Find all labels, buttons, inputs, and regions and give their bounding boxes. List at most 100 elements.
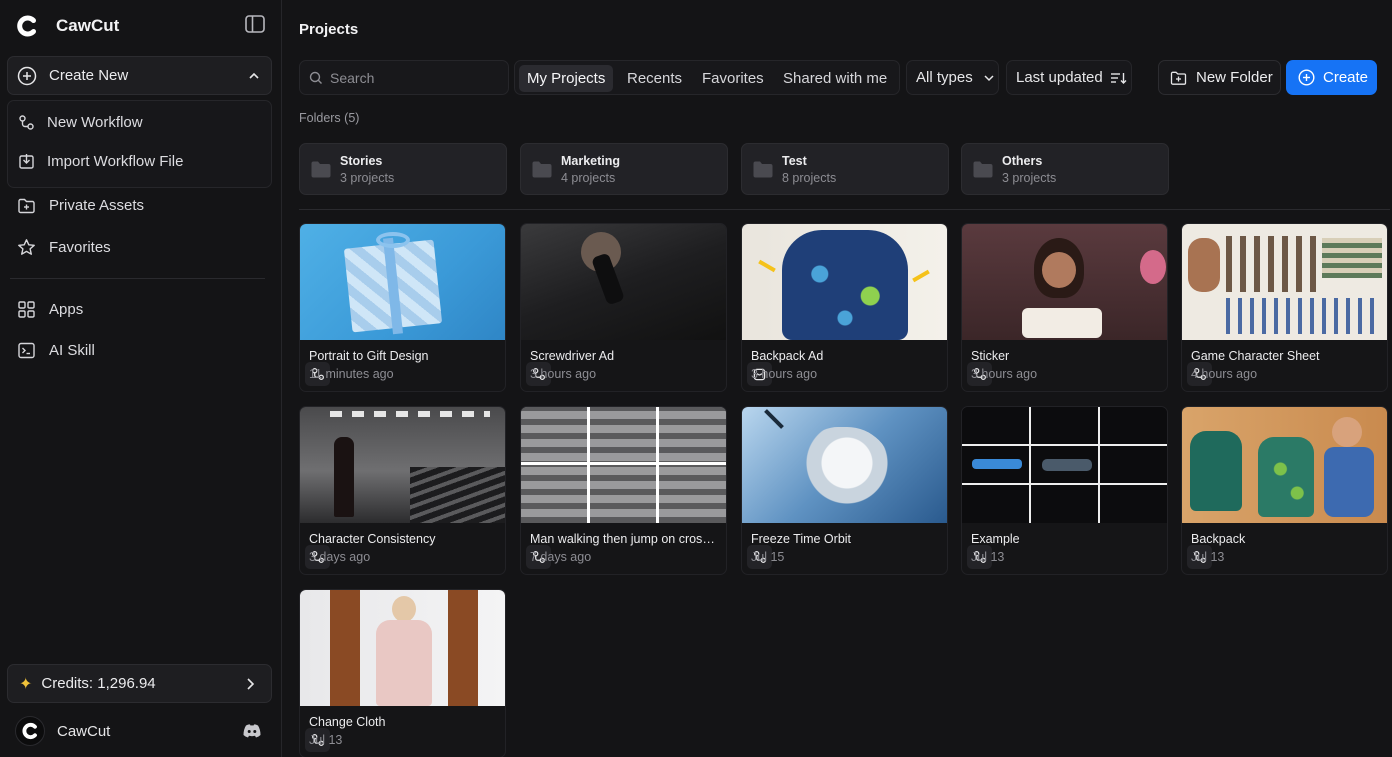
sidebar-item-favorites[interactable]: Favorites bbox=[17, 238, 111, 257]
create-new-label: Create New bbox=[49, 67, 129, 84]
tab-favorites[interactable]: Favorites bbox=[694, 65, 772, 92]
grid-icon bbox=[18, 301, 35, 318]
section-divider bbox=[299, 209, 1390, 210]
folder-icon bbox=[753, 161, 773, 178]
project-time: Jul 13 bbox=[309, 733, 343, 747]
chevron-down-icon bbox=[984, 74, 994, 81]
project-title: Change Cloth bbox=[309, 715, 386, 729]
folder-name: Test bbox=[782, 154, 807, 168]
menu-item-new-workflow[interactable]: New Workflow bbox=[18, 114, 143, 131]
folder-icon bbox=[311, 161, 331, 178]
brand[interactable]: CawCut bbox=[14, 13, 119, 39]
project-thumbnail bbox=[521, 224, 726, 340]
type-filter-value: All types bbox=[916, 69, 973, 86]
tab-recents[interactable]: Recents bbox=[619, 65, 690, 92]
create-button[interactable]: Create bbox=[1286, 60, 1377, 95]
project-card[interactable]: Game Character Sheet 4 hours ago bbox=[1181, 223, 1388, 392]
folder-count: 3 projects bbox=[340, 171, 395, 185]
folder-name: Stories bbox=[340, 154, 383, 168]
sort-select[interactable]: Last updated bbox=[1006, 60, 1132, 95]
sidebar: CawCut Create New New Workflow Import Wo… bbox=[0, 0, 282, 757]
menu-item-label: Import Workflow File bbox=[47, 153, 184, 170]
project-time: 4 hours ago bbox=[1191, 367, 1258, 381]
workflow-icon bbox=[19, 115, 34, 130]
project-card[interactable]: Backpack Ad 3 hours ago bbox=[741, 223, 948, 392]
create-new-button[interactable]: Create New bbox=[7, 56, 272, 95]
project-card[interactable]: Man walking then jump on crossing road 7… bbox=[520, 406, 727, 575]
sidebar-item-ai-skill[interactable]: AI Skill bbox=[17, 341, 95, 360]
project-card[interactable]: Freeze Time Orbit Jul 15 bbox=[741, 406, 948, 575]
folder-card[interactable]: Others 3 projects bbox=[961, 143, 1169, 195]
project-title: Screwdriver Ad bbox=[530, 349, 615, 363]
project-card[interactable]: Screwdriver Ad 3 hours ago bbox=[520, 223, 727, 392]
chevron-right-icon bbox=[247, 678, 255, 690]
sidebar-toggle-icon[interactable] bbox=[245, 15, 269, 37]
terminal-icon bbox=[18, 342, 35, 359]
project-card[interactable]: Change Cloth Jul 13 bbox=[299, 589, 506, 757]
create-label: Create bbox=[1323, 69, 1369, 86]
project-thumbnail bbox=[521, 407, 726, 523]
new-folder-button[interactable]: New Folder bbox=[1158, 60, 1281, 95]
project-thumbnail bbox=[300, 590, 505, 706]
project-thumbnail bbox=[962, 407, 1167, 523]
project-time: 11 minutes ago bbox=[309, 367, 394, 381]
project-time: 3 hours ago bbox=[530, 367, 597, 381]
discord-icon[interactable] bbox=[242, 723, 262, 744]
user-profile[interactable]: CawCut bbox=[15, 716, 110, 746]
folder-icon bbox=[532, 161, 552, 178]
folder-card[interactable]: Marketing 4 projects bbox=[520, 143, 728, 195]
sidebar-item-label: AI Skill bbox=[49, 342, 95, 359]
menu-item-label: New Workflow bbox=[47, 114, 143, 131]
type-filter-select[interactable]: All types bbox=[906, 60, 999, 95]
user-name: CawCut bbox=[57, 722, 111, 740]
create-new-menu: New Workflow Import Workflow File bbox=[7, 100, 272, 188]
sidebar-item-label: Favorites bbox=[49, 239, 111, 256]
project-title: Example bbox=[971, 532, 1020, 546]
folder-card[interactable]: Stories 3 projects bbox=[299, 143, 507, 195]
sidebar-item-private-assets[interactable]: Private Assets bbox=[17, 196, 144, 215]
folders-heading: Folders (5) bbox=[299, 111, 360, 125]
credits-button[interactable]: ✦ Credits: 1,296.94 bbox=[7, 664, 272, 703]
sidebar-item-label: Apps bbox=[49, 301, 84, 318]
project-time: Jul 13 bbox=[1191, 550, 1225, 564]
folder-lock-icon bbox=[18, 198, 35, 214]
sidebar-divider bbox=[10, 278, 265, 279]
folder-card[interactable]: Test 8 projects bbox=[741, 143, 949, 195]
project-time: 3 days ago bbox=[309, 550, 371, 564]
project-card[interactable]: Backpack Jul 13 bbox=[1181, 406, 1388, 575]
tab-my-projects[interactable]: My Projects bbox=[519, 65, 614, 92]
chevron-up-icon bbox=[249, 72, 259, 79]
sidebar-item-apps[interactable]: Apps bbox=[17, 300, 83, 319]
project-tabs: My Projects Recents Favorites Shared wit… bbox=[514, 60, 900, 95]
menu-item-import-workflow[interactable]: Import Workflow File bbox=[18, 153, 183, 170]
avatar bbox=[15, 716, 45, 746]
project-title: Freeze Time Orbit bbox=[751, 532, 852, 546]
folder-icon bbox=[973, 161, 993, 178]
project-card[interactable]: Example Jul 13 bbox=[961, 406, 1168, 575]
credits-label: Credits: 1,296.94 bbox=[41, 675, 156, 692]
search-input[interactable] bbox=[330, 69, 500, 86]
project-card[interactable]: Sticker 3 hours ago bbox=[961, 223, 1168, 392]
project-title: Man walking then jump on crossing road bbox=[530, 532, 720, 546]
project-card[interactable]: Character Consistency 3 days ago bbox=[299, 406, 506, 575]
project-time: 7 days ago bbox=[530, 550, 592, 564]
project-time: 3 hours ago bbox=[751, 367, 818, 381]
project-title: Sticker bbox=[971, 349, 1010, 363]
search-icon bbox=[309, 71, 322, 84]
folder-name: Marketing bbox=[561, 154, 621, 168]
project-thumbnail bbox=[300, 224, 505, 340]
tab-shared-with-me[interactable]: Shared with me bbox=[775, 65, 895, 92]
project-card[interactable]: Portrait to Gift Design 11 minutes ago bbox=[299, 223, 506, 392]
folder-plus-icon bbox=[1170, 71, 1187, 85]
project-thumbnail bbox=[1182, 224, 1387, 340]
project-thumbnail bbox=[300, 407, 505, 523]
folder-count: 3 projects bbox=[1002, 171, 1057, 185]
project-time: 3 hours ago bbox=[971, 367, 1038, 381]
project-thumbnail bbox=[962, 224, 1167, 340]
project-time: Jul 13 bbox=[971, 550, 1005, 564]
plus-circle-icon bbox=[1298, 69, 1315, 86]
sparkle-icon: ✦ bbox=[19, 675, 33, 693]
project-thumbnail bbox=[742, 224, 947, 340]
sort-icon bbox=[1110, 72, 1127, 84]
search-box[interactable] bbox=[299, 60, 509, 95]
